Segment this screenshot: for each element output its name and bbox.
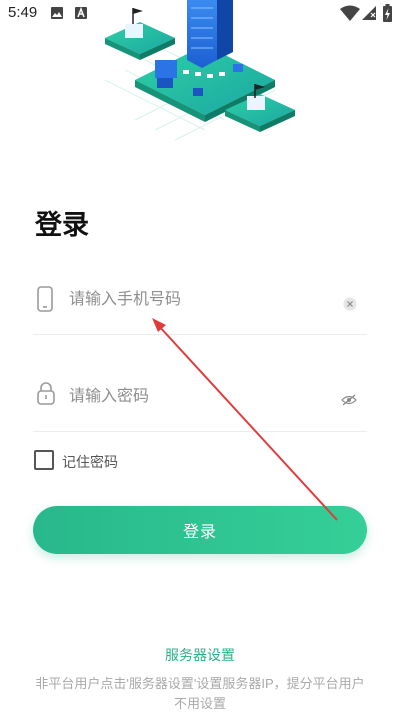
remember-label: 记住密码 [62, 454, 118, 470]
lock-icon [37, 382, 55, 405]
phone-icon [37, 286, 53, 312]
server-settings-link[interactable]: 服务器设置 [0, 645, 400, 665]
wifi-icon [340, 5, 360, 21]
password-input[interactable] [67, 381, 321, 413]
phone-field [33, 266, 367, 335]
status-time: 5:49 [8, 4, 38, 21]
clear-icon[interactable] [343, 297, 357, 311]
a-letter-icon [75, 6, 87, 19]
remember-checkbox[interactable] [34, 450, 54, 470]
phone-input[interactable] [67, 284, 321, 316]
hero-illustration [104, 0, 295, 141]
login-title: 登录 [35, 210, 89, 240]
signal-icon [362, 6, 376, 20]
password-field [33, 363, 367, 432]
eye-hidden-icon[interactable] [341, 394, 357, 406]
image-icon [51, 7, 63, 19]
battery-charging-icon [383, 4, 392, 22]
login-button[interactable]: 登录 [33, 506, 367, 554]
footer-note: 非平台用户点击'服务器设置'设置服务器IP，提分平台用户不用设置 [35, 676, 365, 711]
